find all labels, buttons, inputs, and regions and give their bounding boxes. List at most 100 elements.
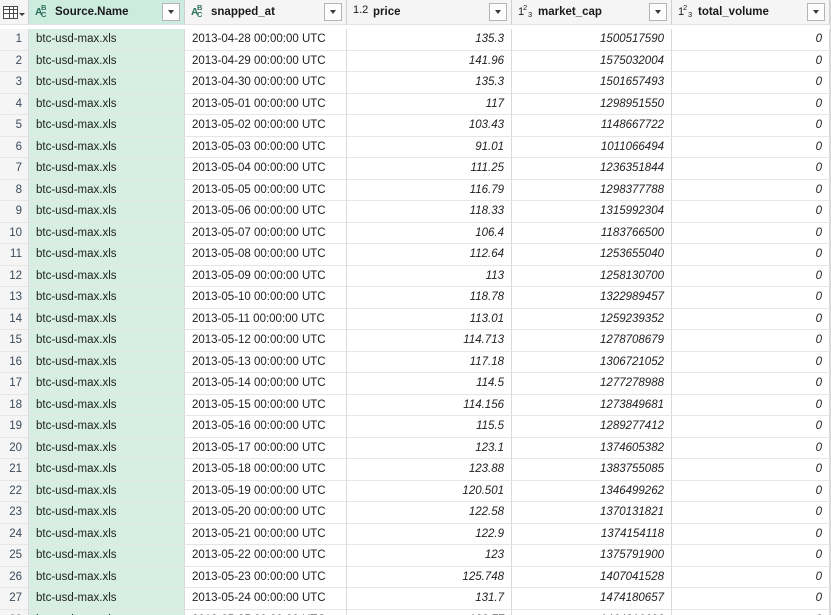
cell-source_name[interactable]: btc-usd-max.xls — [29, 179, 185, 201]
column-header-total_volume[interactable]: 1 2 3 total_volume — [672, 0, 830, 25]
row-number[interactable]: 28 — [0, 609, 29, 615]
table-row[interactable]: 25 btc-usd-max.xls 2013-05-22 00:00:00 UTC… — [0, 545, 830, 567]
column-filter-button-source_name[interactable] — [162, 3, 180, 21]
cell-price[interactable]: 116.79 — [347, 179, 512, 201]
row-number[interactable]: 21 — [0, 459, 29, 481]
row-number[interactable]: 6 — [0, 136, 29, 158]
cell-price[interactable]: 117.18 — [347, 351, 512, 373]
cell-price[interactable]: 115.5 — [347, 416, 512, 438]
cell-total_volume[interactable]: 0 — [672, 351, 830, 373]
cell-snapped_at[interactable]: 2013-05-03 00:00:00 UTC — [185, 136, 347, 158]
cell-total_volume[interactable]: 0 — [672, 244, 830, 266]
row-number[interactable]: 26 — [0, 566, 29, 588]
table-row[interactable]: 5 btc-usd-max.xls 2013-05-02 00:00:00 UTC 1… — [0, 115, 830, 137]
table-row[interactable]: 11 btc-usd-max.xls 2013-05-08 00:00:00 UTC… — [0, 244, 830, 266]
row-number[interactable]: 2 — [0, 50, 29, 72]
cell-source_name[interactable]: btc-usd-max.xls — [29, 29, 185, 51]
cell-market_cap[interactable]: 1407041528 — [512, 566, 672, 588]
cell-market_cap[interactable]: 1236351844 — [512, 158, 672, 180]
row-number[interactable]: 3 — [0, 72, 29, 94]
table-row[interactable]: 9 btc-usd-max.xls 2013-05-06 00:00:00 UTC 1… — [0, 201, 830, 223]
cell-source_name[interactable]: btc-usd-max.xls — [29, 437, 185, 459]
cell-price[interactable]: 111.25 — [347, 158, 512, 180]
cell-source_name[interactable]: btc-usd-max.xls — [29, 287, 185, 309]
cell-snapped_at[interactable]: 2013-05-15 00:00:00 UTC — [185, 394, 347, 416]
cell-market_cap[interactable]: 1258130700 — [512, 265, 672, 287]
cell-market_cap[interactable]: 1575032004 — [512, 50, 672, 72]
cell-source_name[interactable]: btc-usd-max.xls — [29, 244, 185, 266]
cell-source_name[interactable]: btc-usd-max.xls — [29, 201, 185, 223]
row-number[interactable]: 15 — [0, 330, 29, 352]
row-number[interactable]: 13 — [0, 287, 29, 309]
cell-source_name[interactable]: btc-usd-max.xls — [29, 50, 185, 72]
cell-source_name[interactable]: btc-usd-max.xls — [29, 480, 185, 502]
cell-total_volume[interactable]: 0 — [672, 566, 830, 588]
table-row[interactable]: 1 btc-usd-max.xls 2013-04-28 00:00:00 UTC 1… — [0, 29, 830, 51]
cell-snapped_at[interactable]: 2013-05-09 00:00:00 UTC — [185, 265, 347, 287]
cell-price[interactable]: 118.33 — [347, 201, 512, 223]
cell-price[interactable]: 118.78 — [347, 287, 512, 309]
cell-price[interactable]: 114.156 — [347, 394, 512, 416]
cell-source_name[interactable]: btc-usd-max.xls — [29, 545, 185, 567]
chevron-down-icon[interactable] — [19, 13, 25, 16]
cell-total_volume[interactable]: 0 — [672, 287, 830, 309]
cell-total_volume[interactable]: 0 — [672, 265, 830, 287]
cell-snapped_at[interactable]: 2013-05-22 00:00:00 UTC — [185, 545, 347, 567]
cell-total_volume[interactable]: 0 — [672, 502, 830, 524]
row-number[interactable]: 14 — [0, 308, 29, 330]
cell-source_name[interactable]: btc-usd-max.xls — [29, 523, 185, 545]
cell-market_cap[interactable]: 1289277412 — [512, 416, 672, 438]
cell-source_name[interactable]: btc-usd-max.xls — [29, 158, 185, 180]
row-number[interactable]: 23 — [0, 502, 29, 524]
cell-total_volume[interactable]: 0 — [672, 330, 830, 352]
cell-total_volume[interactable]: 0 — [672, 437, 830, 459]
cell-price[interactable]: 123.1 — [347, 437, 512, 459]
cell-market_cap[interactable]: 1322989457 — [512, 287, 672, 309]
cell-source_name[interactable]: btc-usd-max.xls — [29, 373, 185, 395]
cell-total_volume[interactable]: 0 — [672, 115, 830, 137]
cell-source_name[interactable]: btc-usd-max.xls — [29, 566, 185, 588]
cell-price[interactable]: 120.501 — [347, 480, 512, 502]
cell-source_name[interactable]: btc-usd-max.xls — [29, 351, 185, 373]
table-row[interactable]: 4 btc-usd-max.xls 2013-05-01 00:00:00 UTC 1… — [0, 93, 830, 115]
cell-price[interactable]: 91.01 — [347, 136, 512, 158]
cell-price[interactable]: 135.3 — [347, 72, 512, 94]
cell-total_volume[interactable]: 0 — [672, 201, 830, 223]
cell-source_name[interactable]: btc-usd-max.xls — [29, 609, 185, 615]
cell-market_cap[interactable]: 1474180657 — [512, 588, 672, 610]
cell-price[interactable]: 103.43 — [347, 115, 512, 137]
column-header-source_name[interactable]: A B C Source.Name — [29, 0, 185, 25]
cell-total_volume[interactable]: 0 — [672, 523, 830, 545]
cell-snapped_at[interactable]: 2013-04-29 00:00:00 UTC — [185, 50, 347, 72]
row-number[interactable]: 20 — [0, 437, 29, 459]
table-row[interactable]: 28btc-usd-max.xls2013-05-25 00:00:00 UTC… — [0, 609, 830, 615]
cell-price[interactable]: 117 — [347, 93, 512, 115]
cell-source_name[interactable]: btc-usd-max.xls — [29, 136, 185, 158]
cell-total_volume[interactable]: 0 — [672, 609, 830, 615]
row-number[interactable]: 18 — [0, 394, 29, 416]
cell-price[interactable]: 106.4 — [347, 222, 512, 244]
cell-market_cap[interactable]: 1148667722 — [512, 115, 672, 137]
cell-snapped_at[interactable]: 2013-05-11 00:00:00 UTC — [185, 308, 347, 330]
cell-market_cap[interactable]: 1183766500 — [512, 222, 672, 244]
cell-market_cap[interactable]: 1259239352 — [512, 308, 672, 330]
cell-market_cap[interactable]: 1298377788 — [512, 179, 672, 201]
table-row[interactable]: 27 btc-usd-max.xls 2013-05-24 00:00:00 UTC… — [0, 588, 830, 610]
cell-total_volume[interactable]: 0 — [672, 459, 830, 481]
table-row[interactable]: 18 btc-usd-max.xls 2013-05-15 00:00:00 UTC… — [0, 394, 830, 416]
column-filter-button-snapped_at[interactable] — [324, 3, 342, 21]
cell-market_cap[interactable]: 1315992304 — [512, 201, 672, 223]
row-number[interactable]: 12 — [0, 265, 29, 287]
table-row[interactable]: 13 btc-usd-max.xls 2013-05-10 00:00:00 UTC… — [0, 287, 830, 309]
cell-price[interactable]: 131.7 — [347, 588, 512, 610]
table-row[interactable]: 14 btc-usd-max.xls 2013-05-11 00:00:00 UTC… — [0, 308, 830, 330]
cell-snapped_at[interactable]: 2013-05-21 00:00:00 UTC — [185, 523, 347, 545]
cell-source_name[interactable]: btc-usd-max.xls — [29, 308, 185, 330]
cell-source_name[interactable]: btc-usd-max.xls — [29, 459, 185, 481]
cell-total_volume[interactable]: 0 — [672, 29, 830, 51]
cell-market_cap[interactable]: 1375791900 — [512, 545, 672, 567]
column-header-snapped_at[interactable]: A B C snapped_at — [185, 0, 347, 25]
cell-source_name[interactable]: btc-usd-max.xls — [29, 93, 185, 115]
cell-total_volume[interactable]: 0 — [672, 394, 830, 416]
column-filter-button-price[interactable] — [489, 3, 507, 21]
